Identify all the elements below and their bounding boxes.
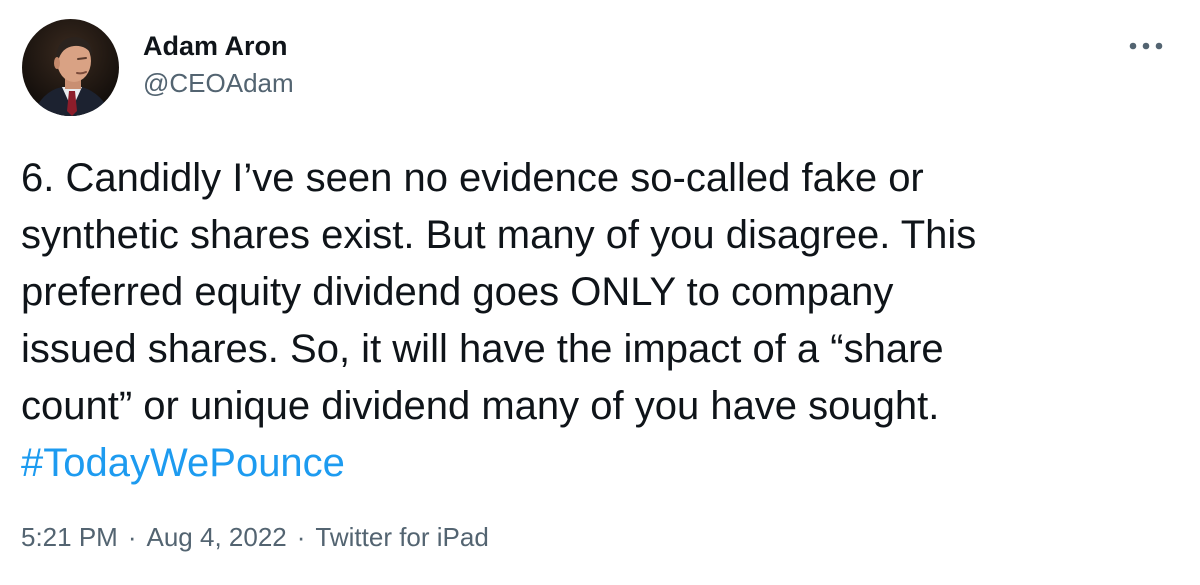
author-display-name[interactable]: Adam Aron: [143, 30, 294, 62]
meta-separator: ·: [127, 522, 137, 552]
avatar-portrait-icon: [22, 19, 119, 116]
hashtag-link[interactable]: #TodayWePounce: [21, 435, 1171, 492]
tweet-body: 6. Candidly I’ve seen no evidence so-cal…: [21, 156, 977, 428]
tweet-time[interactable]: 5:21 PM: [21, 522, 118, 552]
meta-separator: ·: [296, 522, 306, 552]
tweet-text: 6. Candidly I’ve seen no evidence so-cal…: [21, 150, 1171, 492]
more-options-icon: [1129, 42, 1163, 50]
tweet-meta: 5:21 PM · Aug 4, 2022 · Twitter for iPad: [21, 520, 489, 554]
more-options-button[interactable]: [1126, 32, 1166, 60]
author-handle[interactable]: @CEOAdam: [143, 68, 294, 98]
author-block: Adam Aron @CEOAdam: [143, 30, 294, 98]
tweet-source[interactable]: Twitter for iPad: [315, 522, 488, 552]
tweet-date[interactable]: Aug 4, 2022: [147, 522, 287, 552]
tweet-card: Adam Aron @CEOAdam 6. Candidly I’ve seen…: [0, 0, 1200, 585]
avatar[interactable]: [22, 19, 119, 116]
